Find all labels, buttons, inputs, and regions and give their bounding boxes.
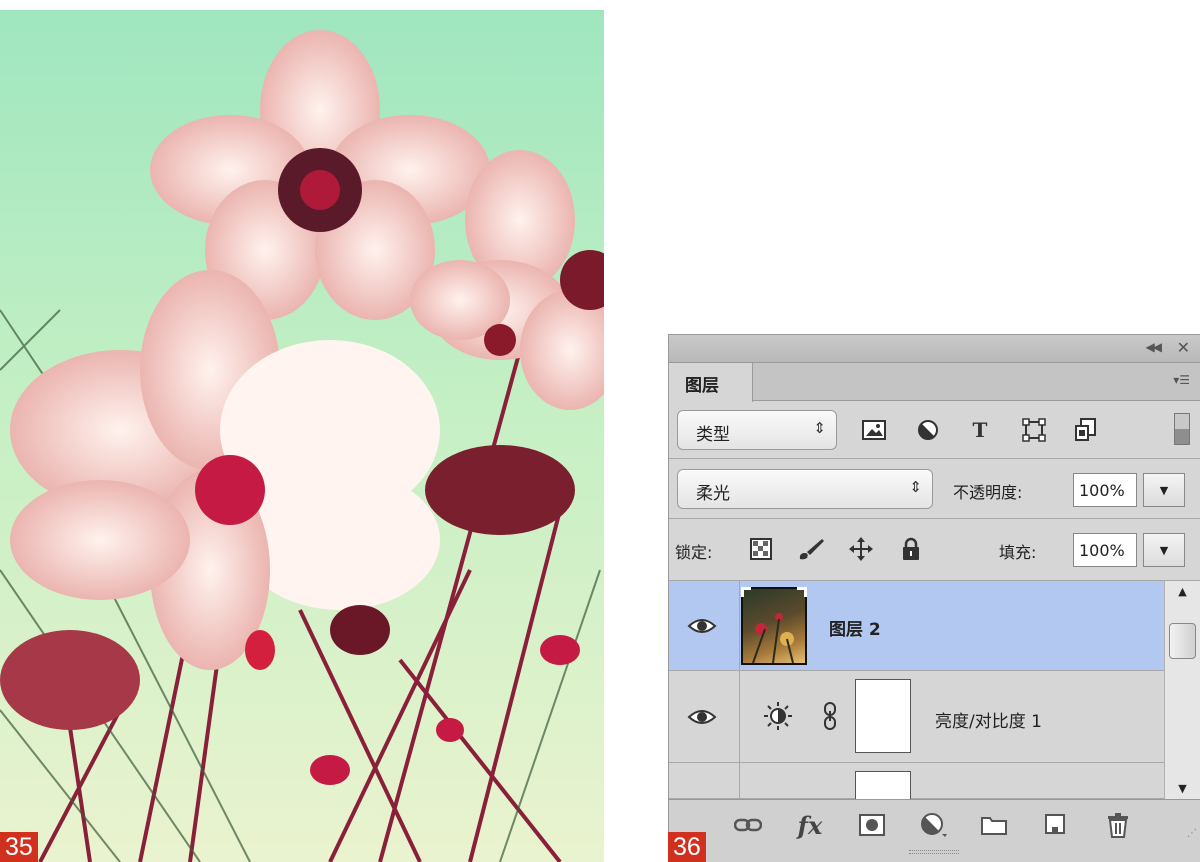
layer-name[interactable]: 图层 2 [829, 615, 881, 640]
layer-name[interactable]: 亮度/对比度 1 [935, 707, 1042, 732]
panel-tab-row: 图层 ▾☰ [669, 363, 1200, 402]
link-layers-icon[interactable] [733, 810, 763, 840]
blend-mode-select[interactable]: 柔光 ⇕ [677, 469, 933, 509]
fill-dropdown-button[interactable]: ▼ [1143, 533, 1185, 567]
panel-drag-grip[interactable] [909, 850, 959, 854]
tab-layers[interactable]: 图层 [669, 363, 753, 402]
panel-titlebar[interactable]: ◀◀ ✕ [669, 335, 1200, 363]
lock-row: 锁定: 填充: 100% ▼ [669, 519, 1200, 581]
new-group-icon[interactable] [979, 810, 1009, 840]
panel-menu-icon[interactable]: ▾☰ [1173, 373, 1190, 387]
scroll-up-arrow-icon[interactable]: ▲ [1165, 585, 1200, 598]
updown-arrow-icon: ⇕ [813, 419, 826, 437]
opacity-label: 不透明度: [953, 483, 1023, 502]
shape-filter-icon[interactable] [1021, 417, 1047, 443]
close-icon[interactable]: ✕ [1177, 338, 1190, 357]
updown-arrow-icon: ⇕ [909, 478, 922, 496]
figure-number-36: 36 [668, 832, 706, 862]
filter-toggle-switch[interactable] [1174, 413, 1190, 445]
row-separator [739, 671, 740, 762]
blend-mode-value: 柔光 [696, 484, 730, 504]
filter-row: 类型 ⇕ T [669, 401, 1200, 459]
scroll-thumb[interactable] [1169, 623, 1196, 659]
layers-panel: ◀◀ ✕ 图层 ▾☰ 类型 ⇕ T 柔光 ⇕ 不透明度: 100% ▼ 锁定: … [668, 334, 1200, 862]
eye-icon[interactable] [687, 707, 717, 727]
resize-grip-icon[interactable]: ⋰ [1187, 828, 1197, 839]
layers-list: 图层 2 亮度/对比度 1 [669, 581, 1200, 801]
delete-icon[interactable] [1103, 810, 1133, 840]
fill-label: 填充: [999, 543, 1037, 562]
pixel-filter-icon[interactable] [861, 417, 887, 443]
collapse-panel-icon[interactable]: ◀◀ [1146, 340, 1163, 354]
fill-input[interactable]: 100% [1073, 533, 1137, 567]
blend-row: 柔光 ⇕ 不透明度: 100% ▼ [669, 459, 1200, 519]
chain-link-icon[interactable] [823, 701, 837, 731]
figure-number-35: 35 [0, 832, 38, 862]
lock-transparent-icon[interactable] [747, 535, 775, 563]
flower-photo [0, 10, 604, 862]
type-filter-icon[interactable]: T [967, 417, 993, 443]
opacity-dropdown-button[interactable]: ▼ [1143, 473, 1185, 507]
lock-all-icon[interactable] [897, 535, 925, 563]
layer-row-partial[interactable] [669, 763, 1165, 801]
fx-icon[interactable]: fx [795, 810, 825, 840]
scroll-down-arrow-icon[interactable]: ▼ [1165, 782, 1200, 795]
new-layer-icon[interactable] [1041, 810, 1071, 840]
adjustment-layer-icon[interactable] [919, 810, 949, 840]
opacity-input[interactable]: 100% [1073, 473, 1137, 507]
lock-position-icon[interactable] [847, 535, 875, 563]
smart-object-filter-icon[interactable] [1073, 417, 1099, 443]
layer-thumbnail [741, 587, 807, 665]
row-separator [739, 763, 740, 798]
lock-label: 锁定: [675, 543, 713, 562]
adjustment-filter-icon[interactable] [915, 417, 941, 443]
eye-icon[interactable] [687, 616, 717, 636]
add-mask-icon[interactable] [857, 810, 887, 840]
filter-type-value: 类型 [696, 425, 730, 445]
brightness-contrast-icon [764, 702, 792, 730]
layer-thumbnail-partial [855, 771, 911, 801]
layers-scrollbar[interactable]: ▲ ▼ [1164, 581, 1200, 799]
layer-row-selected[interactable]: 图层 2 [669, 581, 1165, 671]
row-separator [739, 581, 740, 670]
layer-row[interactable]: 亮度/对比度 1 [669, 671, 1165, 763]
panel-bottom-toolbar: fx ⋰ [669, 799, 1200, 862]
layer-mask-thumbnail[interactable] [855, 679, 911, 753]
lock-image-icon[interactable] [797, 535, 825, 563]
filter-type-select[interactable]: 类型 ⇕ [677, 410, 837, 450]
